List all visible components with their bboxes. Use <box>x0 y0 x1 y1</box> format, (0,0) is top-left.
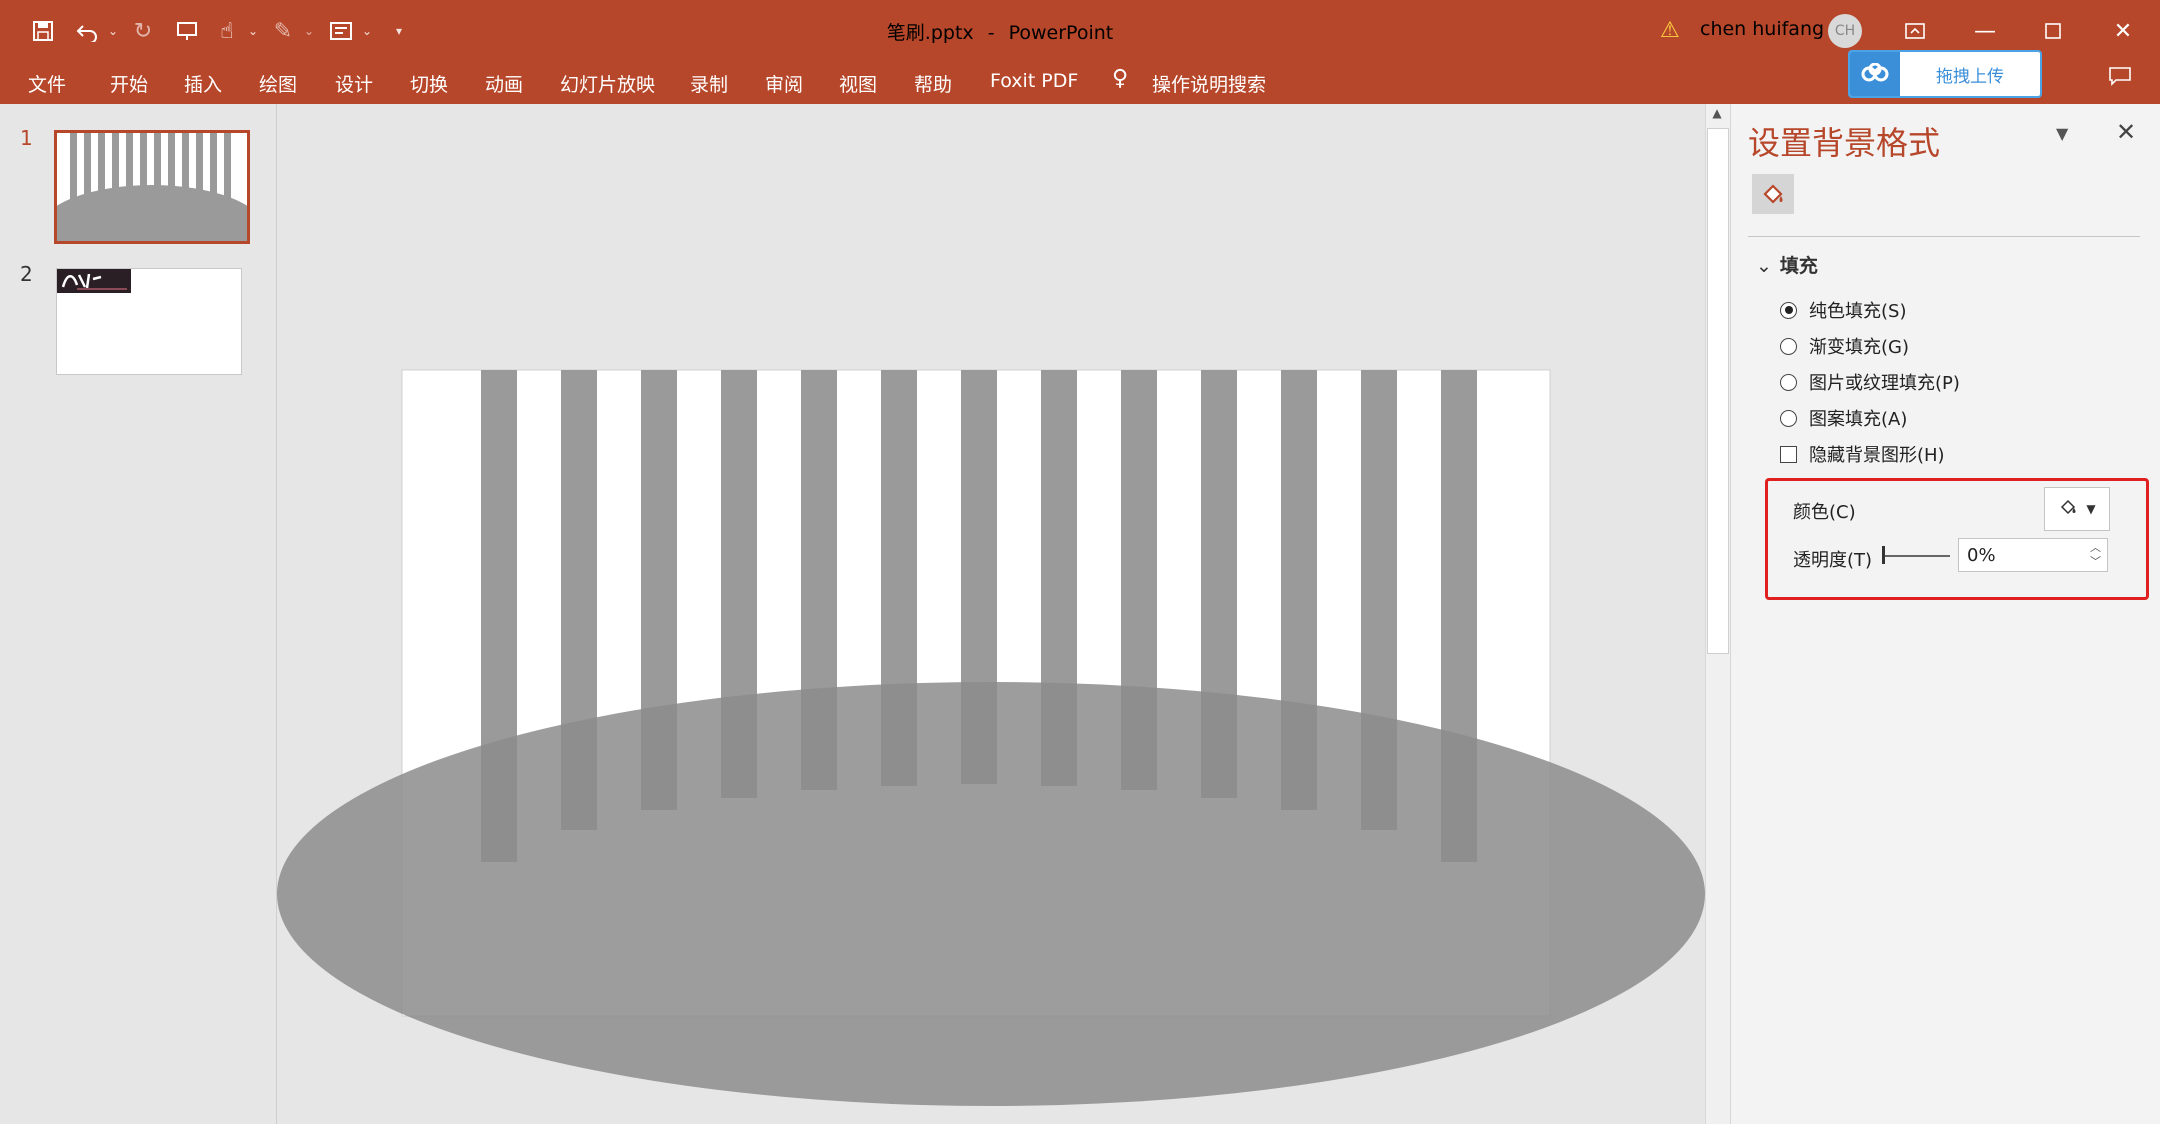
tab-draw[interactable]: 绘图 <box>259 70 297 97</box>
upload-button[interactable]: 拖拽上传 <box>1848 50 2042 98</box>
color-label: 颜色(C) <box>1793 502 1856 523</box>
slide-canvas[interactable] <box>277 104 1705 1124</box>
scrollbar-thumb[interactable] <box>1707 128 1729 654</box>
tab-insert[interactable]: 插入 <box>184 70 222 97</box>
tab-slideshow[interactable]: 幻灯片放映 <box>560 70 655 97</box>
pane-options-chevron-icon[interactable]: ▼ <box>2056 124 2068 143</box>
tell-me-search[interactable]: 操作说明搜索 <box>1152 70 1266 97</box>
hide-background-graphics-label: 隐藏背景图形(H) <box>1809 445 1945 466</box>
color-dropdown-arrow-icon: ▼ <box>2086 502 2096 516</box>
gradient-fill-label: 渐变填充(G) <box>1809 337 1909 358</box>
solid-fill-option[interactable]: 纯色填充(S) <box>1780 297 1906 323</box>
hide-background-graphics-checkbox[interactable] <box>1780 445 1797 463</box>
cloud-logo-icon <box>1850 52 1900 96</box>
slide-thumbnail-2[interactable] <box>56 268 242 375</box>
upload-label: 拖拽上传 <box>1936 66 2004 87</box>
pane-close-icon[interactable]: ✕ <box>2116 118 2136 146</box>
fill-section-header[interactable]: ⌄ 填充 <box>1756 251 1818 278</box>
tab-design[interactable]: 设计 <box>335 70 373 97</box>
solid-fill-label: 纯色填充(S) <box>1809 301 1907 322</box>
tab-view[interactable]: 视图 <box>839 70 877 97</box>
lightbulb-icon[interactable]: ♀ <box>1112 66 1128 91</box>
ribbon-display-icon[interactable] <box>1890 12 1940 50</box>
tab-file[interactable]: 文件 <box>28 70 66 97</box>
avatar[interactable]: CH <box>1828 14 1862 48</box>
slide-ellipse <box>277 682 1705 1106</box>
chevron-down-icon: ⌄ <box>1756 255 1772 277</box>
solid-fill-radio[interactable] <box>1780 301 1797 319</box>
spin-down-icon[interactable]: ﹀ <box>2090 555 2101 569</box>
slide-thumbnails-pane <box>0 104 277 1124</box>
ribbon-tabs-bar <box>0 62 2160 104</box>
tab-transitions[interactable]: 切换 <box>410 70 448 97</box>
tab-help[interactable]: 帮助 <box>914 70 952 97</box>
hide-background-graphics-option[interactable]: 隐藏背景图形(H) <box>1780 441 1945 467</box>
tab-review[interactable]: 审阅 <box>765 70 803 97</box>
pattern-fill-radio[interactable] <box>1780 409 1797 427</box>
document-name: 笔刷.pptx <box>886 22 974 44</box>
transparency-label: 透明度(T) <box>1793 550 1873 571</box>
scroll-up-arrow-icon[interactable]: ▲ <box>1705 106 1729 126</box>
pattern-fill-option[interactable]: 图案填充(A) <box>1780 405 1907 431</box>
color-picker-button[interactable]: ▼ <box>2044 487 2110 531</box>
tab-record[interactable]: 录制 <box>690 70 728 97</box>
tab-foxit-pdf[interactable]: Foxit PDF <box>990 70 1078 92</box>
close-icon[interactable]: ✕ <box>2098 12 2148 50</box>
picture-texture-fill-option[interactable]: 图片或纹理填充(P) <box>1780 369 1960 395</box>
pattern-fill-label: 图案填充(A) <box>1809 409 1908 430</box>
comment-icon[interactable] <box>2108 66 2132 92</box>
minimize-icon[interactable]: — <box>1960 12 2010 50</box>
gradient-fill-option[interactable]: 渐变填充(G) <box>1780 333 1909 359</box>
app-name: PowerPoint <box>1008 22 1114 44</box>
fill-section-label: 填充 <box>1779 255 1818 277</box>
thumbnail-number-2: 2 <box>20 262 33 286</box>
transparency-input[interactable]: 0% <box>1958 538 2108 572</box>
picture-texture-fill-label: 图片或纹理填充(P) <box>1809 373 1960 394</box>
slide-thumbnail-1[interactable] <box>54 130 250 244</box>
pane-title: 设置背景格式 <box>1748 124 1941 162</box>
title-separator: - <box>987 22 995 44</box>
spin-up-icon[interactable]: ︿ <box>2090 541 2101 555</box>
paint-bucket-icon <box>2058 497 2078 522</box>
thumbnail-number-1: 1 <box>20 126 33 150</box>
transparency-slider-track[interactable] <box>1882 555 1950 557</box>
warning-icon[interactable]: ⚠ <box>1660 18 1680 43</box>
user-name[interactable]: chen huifang <box>1700 18 1824 40</box>
transparency-slider-knob[interactable] <box>1882 546 1885 564</box>
tab-animations[interactable]: 动画 <box>485 70 523 97</box>
maximize-icon[interactable] <box>2028 12 2078 50</box>
fill-paint-bucket-icon[interactable] <box>1752 174 1794 214</box>
gradient-fill-radio[interactable] <box>1780 337 1797 355</box>
tab-home[interactable]: 开始 <box>110 70 148 97</box>
transparency-spinner[interactable]: ︿ ﹀ <box>2090 541 2101 569</box>
picture-texture-fill-radio[interactable] <box>1780 373 1797 391</box>
pane-divider <box>1748 236 2140 237</box>
